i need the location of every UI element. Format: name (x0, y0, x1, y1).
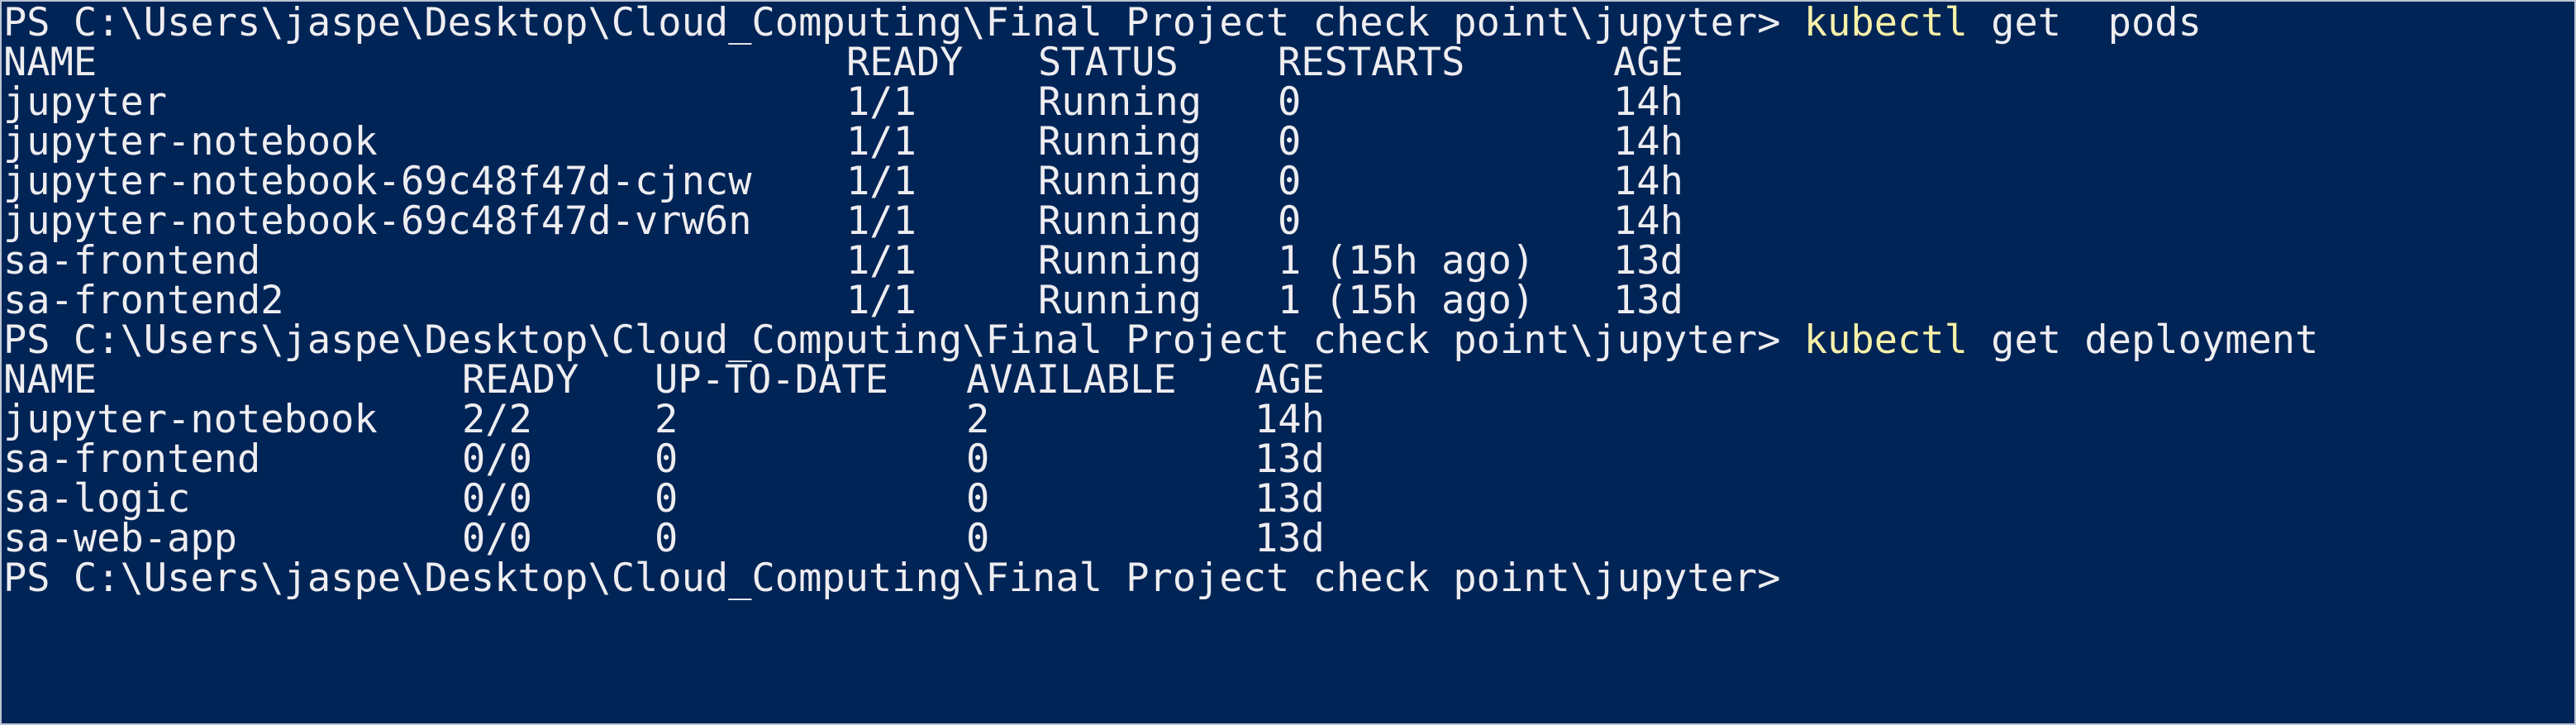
pod-ready: 1/1 (846, 79, 917, 125)
deployment-row: sa-web-app 0/0 0 0 13d (3, 519, 2574, 559)
deployment-available: 0 (966, 476, 990, 522)
pod-row: jupyter-notebook 1/1 Running 0 14h (3, 122, 2574, 162)
deployment-name: sa-web-app (3, 516, 237, 561)
deployment-name: sa-frontend (3, 436, 261, 482)
pod-age: 14h (1613, 159, 1683, 204)
pod-age: 14h (1613, 79, 1683, 125)
pod-row: jupyter-notebook-69c48f47d-vrw6n 1/1 Run… (3, 202, 2574, 241)
pod-status: Running (1038, 79, 1202, 125)
pod-ready: 1/1 (846, 198, 917, 244)
pod-status: Running (1038, 198, 1202, 244)
header-ready: READY (846, 40, 964, 85)
pod-status: Running (1038, 238, 1202, 284)
pod-restarts: 0 (1278, 159, 1302, 204)
pod-name: jupyter-notebook-69c48f47d-vrw6n (3, 198, 752, 244)
pod-restarts: 1 (15h ago) (1278, 238, 1536, 284)
pod-status: Running (1038, 278, 1202, 323)
deployment-available: 0 (966, 436, 990, 482)
header-ready: READY (462, 357, 579, 403)
deployment-available: 0 (966, 516, 990, 561)
deployment-available: 2 (966, 397, 990, 442)
deployment-age: 13d (1255, 476, 1325, 522)
pod-ready: 1/1 (846, 238, 917, 284)
prompt: PS C:\Users\jaspe\Desktop\Cloud_Computin… (3, 317, 1804, 363)
header-age: AGE (1613, 40, 1683, 85)
pod-ready: 1/1 (846, 119, 917, 165)
pod-row: jupyter 1/1 Running 0 14h (3, 83, 2574, 122)
powershell-terminal[interactable]: PS C:\Users\jaspe\Desktop\Cloud_Computin… (0, 0, 2576, 725)
deployment-up-to-date: 0 (655, 516, 679, 561)
pods-table-header: NAME READY STATUS RESTARTS AGE (3, 43, 2574, 83)
header-restarts: RESTARTS (1278, 40, 1465, 85)
header-name: NAME (3, 40, 98, 85)
deployment-up-to-date: 0 (655, 476, 679, 522)
pod-age: 14h (1613, 119, 1683, 165)
deployment-ready: 0/0 (462, 436, 532, 482)
pod-ready: 1/1 (846, 278, 917, 323)
deployment-row: sa-logic 0/0 0 0 13d (3, 479, 2574, 519)
command-args: get deployment (1967, 317, 2319, 363)
header-available: AVAILABLE (966, 357, 1177, 403)
deployment-ready: 2/2 (462, 397, 532, 442)
prompt: PS C:\Users\jaspe\Desktop\Cloud_Computin… (3, 556, 1804, 601)
deployment-age: 13d (1255, 436, 1325, 482)
command-line-get-deployment: PS C:\Users\jaspe\Desktop\Cloud_Computin… (3, 321, 2574, 360)
pod-status: Running (1038, 119, 1202, 165)
pod-restarts: 0 (1278, 198, 1302, 244)
pod-name: jupyter (3, 79, 168, 125)
header-status: STATUS (1038, 40, 1178, 85)
command-line-current[interactable]: PS C:\Users\jaspe\Desktop\Cloud_Computin… (3, 559, 2574, 599)
deployment-ready: 0/0 (462, 476, 532, 522)
pod-row: jupyter-notebook-69c48f47d-cjncw 1/1 Run… (3, 162, 2574, 202)
deployments-table-header: NAME READY UP-TO-DATE AVAILABLE AGE (3, 360, 2574, 400)
deployment-row: jupyter-notebook 2/2 2 2 14h (3, 400, 2574, 440)
deployment-name: sa-logic (3, 476, 191, 522)
header-up-to-date: UP-TO-DATE (655, 357, 888, 403)
prompt: PS C:\Users\jaspe\Desktop\Cloud_Computin… (3, 0, 1804, 45)
command-keyword: kubectl (1803, 0, 1968, 45)
pod-age: 14h (1613, 198, 1683, 244)
pod-restarts: 1 (15h ago) (1278, 278, 1536, 323)
command-line-get-pods: PS C:\Users\jaspe\Desktop\Cloud_Computin… (3, 3, 2574, 43)
deployment-age: 14h (1255, 397, 1325, 442)
pod-name: jupyter-notebook-69c48f47d-cjncw (3, 159, 752, 204)
pod-status: Running (1038, 159, 1202, 204)
header-name: NAME (3, 357, 98, 403)
pod-row: sa-frontend 1/1 Running 1 (15h ago) 13d (3, 241, 2574, 281)
header-age: AGE (1255, 357, 1325, 403)
pod-restarts: 0 (1278, 119, 1302, 165)
pod-name: sa-frontend2 (3, 278, 284, 323)
pod-name: jupyter-notebook (3, 119, 378, 165)
deployment-up-to-date: 0 (655, 436, 679, 482)
pod-restarts: 0 (1278, 79, 1302, 125)
pod-age: 13d (1613, 238, 1683, 284)
deployment-name: jupyter-notebook (3, 397, 378, 442)
pod-name: sa-frontend (3, 238, 261, 284)
deployment-ready: 0/0 (462, 516, 532, 561)
deployment-up-to-date: 2 (655, 397, 679, 442)
pod-ready: 1/1 (846, 159, 917, 204)
pod-age: 13d (1613, 278, 1683, 323)
command-keyword: kubectl (1803, 317, 1968, 363)
deployment-row: sa-frontend 0/0 0 0 13d (3, 440, 2574, 479)
deployment-age: 13d (1255, 516, 1325, 561)
command-args: get pods (1967, 0, 2202, 45)
pod-row: sa-frontend2 1/1 Running 1 (15h ago) 13d (3, 281, 2574, 321)
